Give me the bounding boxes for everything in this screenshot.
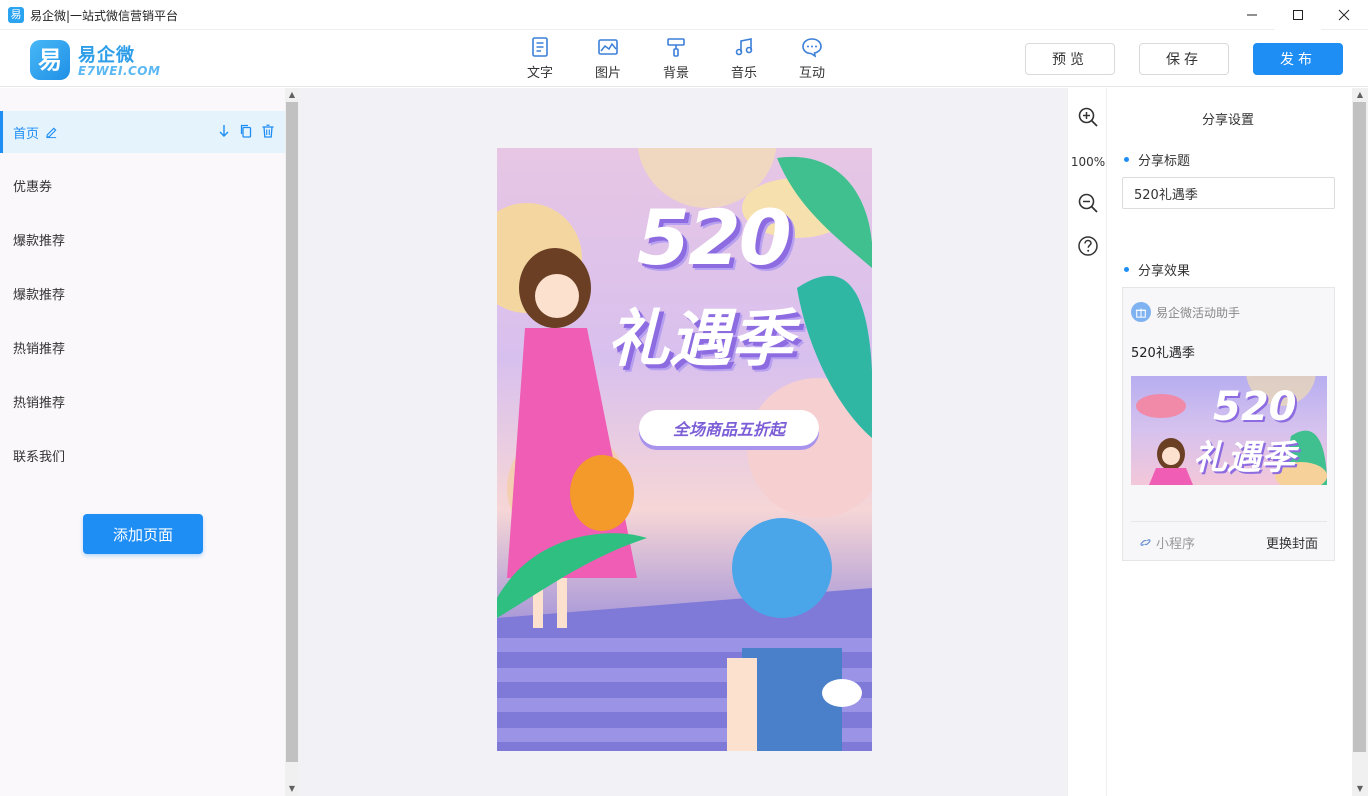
page-item-label: 热销推荐 — [13, 341, 66, 357]
zoom-out-icon — [1078, 193, 1098, 213]
maximize-button[interactable] — [1275, 0, 1321, 30]
share-card-header: 易企微活动助手 — [1131, 302, 1240, 322]
page-item-home[interactable]: 首页 — [0, 111, 285, 153]
poster-subheadline: 礼遇季 — [607, 302, 794, 375]
gift-icon — [1131, 302, 1151, 322]
poster-tagline-pill: 全场商品五折起 — [639, 410, 819, 446]
zoom-controls: 100% — [1067, 88, 1107, 796]
cover-subheadline: 礼遇季 — [1193, 438, 1295, 478]
help-button[interactable] — [1077, 235, 1099, 257]
page-item-actions — [217, 124, 275, 138]
sidebar-scrollbar[interactable]: ▲ ▼ — [285, 88, 299, 796]
zoom-level: 100% — [1070, 155, 1106, 169]
logo: 易 易企微 E7WEI.COM — [30, 40, 170, 80]
zoom-out-button[interactable] — [1077, 192, 1099, 214]
scrollbar-thumb[interactable] — [1353, 102, 1366, 752]
page-item-label: 首页 — [13, 126, 40, 142]
share-title-label-text: 分享标题 — [1138, 154, 1191, 169]
tool-group: 文字 图片 背景 音乐 互动 — [506, 36, 846, 82]
share-card-cover: 520 礼遇季 — [1131, 376, 1327, 485]
zoom-in-icon — [1078, 107, 1098, 127]
tool-text[interactable]: 文字 — [506, 36, 574, 82]
image-icon — [598, 39, 618, 55]
zoom-in-button[interactable] — [1077, 106, 1099, 128]
page-item-label: 热销推荐 — [13, 395, 66, 411]
scroll-up-icon[interactable]: ▲ — [1352, 88, 1368, 102]
share-title-input[interactable] — [1122, 177, 1335, 209]
document-icon — [532, 37, 548, 57]
panel-title: 分享设置 — [1201, 113, 1254, 128]
tool-interaction-label: 互动 — [798, 66, 825, 81]
bullet-dot — [1124, 157, 1129, 162]
page-item-label: 爆款推荐 — [13, 233, 66, 249]
tool-background-label: 背景 — [662, 66, 689, 81]
publish-button[interactable]: 发布 — [1253, 43, 1343, 75]
help-icon — [1078, 236, 1098, 256]
scroll-down-icon[interactable]: ▼ — [1352, 782, 1368, 796]
toolbar: 易 易企微 E7WEI.COM 文字 图片 背景 音乐 互动 预览 保存 发布 — [0, 30, 1368, 87]
minimize-icon — [1247, 14, 1257, 16]
page-item-hot-1[interactable]: 爆款推荐 — [0, 218, 285, 260]
close-button[interactable] — [1321, 0, 1367, 30]
tool-music[interactable]: 音乐 — [710, 36, 778, 82]
share-effect-label-text: 分享效果 — [1138, 264, 1191, 279]
page-item-bestseller-1[interactable]: 热销推荐 — [0, 326, 285, 368]
chat-bubble-icon — [802, 38, 822, 58]
page-item-label: 爆款推荐 — [13, 287, 66, 303]
tool-background[interactable]: 背景 — [642, 36, 710, 82]
page-item-contact[interactable]: 联系我们 — [0, 434, 285, 476]
paint-roller-icon — [667, 38, 685, 57]
mini-program-label: 小程序 — [1156, 537, 1196, 552]
page-list: 首页 优惠券 爆款推荐 爆款推荐 热销推荐 热销推荐 联系我们 添加页面 — [0, 88, 285, 796]
page-item-hot-2[interactable]: 爆款推荐 — [0, 272, 285, 314]
scroll-down-icon[interactable]: ▼ — [285, 782, 299, 796]
logo-mark: 易 — [30, 40, 70, 80]
pencil-icon[interactable] — [45, 126, 58, 139]
add-page-button[interactable]: 添加页面 — [83, 514, 203, 554]
title-bar: 易 易企微|一站式微信营销平台 — [0, 0, 1368, 30]
maximize-icon — [1293, 10, 1303, 20]
tool-music-label: 音乐 — [730, 66, 757, 81]
trash-icon[interactable] — [261, 124, 275, 138]
app-icon: 易 — [8, 7, 24, 23]
share-effect-label: 分享效果 — [1124, 260, 1190, 279]
scroll-up-icon[interactable]: ▲ — [285, 88, 299, 102]
share-card-title: 520礼遇季 — [1131, 346, 1195, 361]
save-button[interactable]: 保存 — [1139, 43, 1229, 75]
share-title-label: 分享标题 — [1124, 150, 1190, 169]
link-icon — [1140, 539, 1151, 546]
page-item-bestseller-2[interactable]: 热销推荐 — [0, 380, 285, 422]
divider — [1131, 521, 1327, 522]
bullet-dot — [1124, 267, 1129, 272]
page-item-label: 联系我们 — [13, 449, 66, 465]
change-cover-button[interactable]: 更换封面 — [1266, 533, 1318, 552]
share-card-account: 易企微活动助手 — [1156, 305, 1241, 320]
poster-headline: 520 — [637, 193, 792, 282]
panel-scrollbar[interactable]: ▲ ▼ — [1352, 88, 1368, 796]
poster-preview[interactable]: 520 礼遇季 全场商品五折起 — [497, 148, 872, 751]
tool-image-label: 图片 — [594, 66, 621, 81]
poster-tagline: 全场商品五折起 — [672, 420, 785, 439]
page-item-label: 优惠券 — [13, 179, 53, 195]
preview-button[interactable]: 预览 — [1025, 43, 1115, 75]
share-preview-card: 易企微活动助手 520礼遇季 520 礼遇季 小程序 更换封面 — [1122, 287, 1335, 561]
cover-headline: 520 — [1213, 384, 1297, 430]
tool-text-label: 文字 — [526, 66, 553, 81]
share-settings-panel: 分享设置 分享标题 分享效果 易企微活动助手 520礼遇季 520 礼遇季 — [1108, 88, 1352, 796]
close-icon — [1338, 9, 1350, 21]
window-title: 易企微|一站式微信营销平台 — [30, 9, 179, 23]
music-note-icon — [735, 38, 753, 56]
tool-interaction[interactable]: 互动 — [778, 36, 846, 82]
page-item-coupon[interactable]: 优惠券 — [0, 164, 285, 206]
editor-canvas: 520 礼遇季 全场商品五折起 — [299, 88, 1067, 796]
tool-image[interactable]: 图片 — [574, 36, 642, 82]
logo-domain: E7WEI.COM — [78, 64, 161, 78]
scrollbar-thumb[interactable] — [286, 102, 298, 762]
minimize-button-2[interactable] — [1229, 0, 1275, 30]
arrow-down-icon[interactable] — [217, 124, 231, 138]
copy-icon[interactable] — [239, 124, 253, 138]
mini-program-tag: 小程序 — [1139, 533, 1195, 552]
